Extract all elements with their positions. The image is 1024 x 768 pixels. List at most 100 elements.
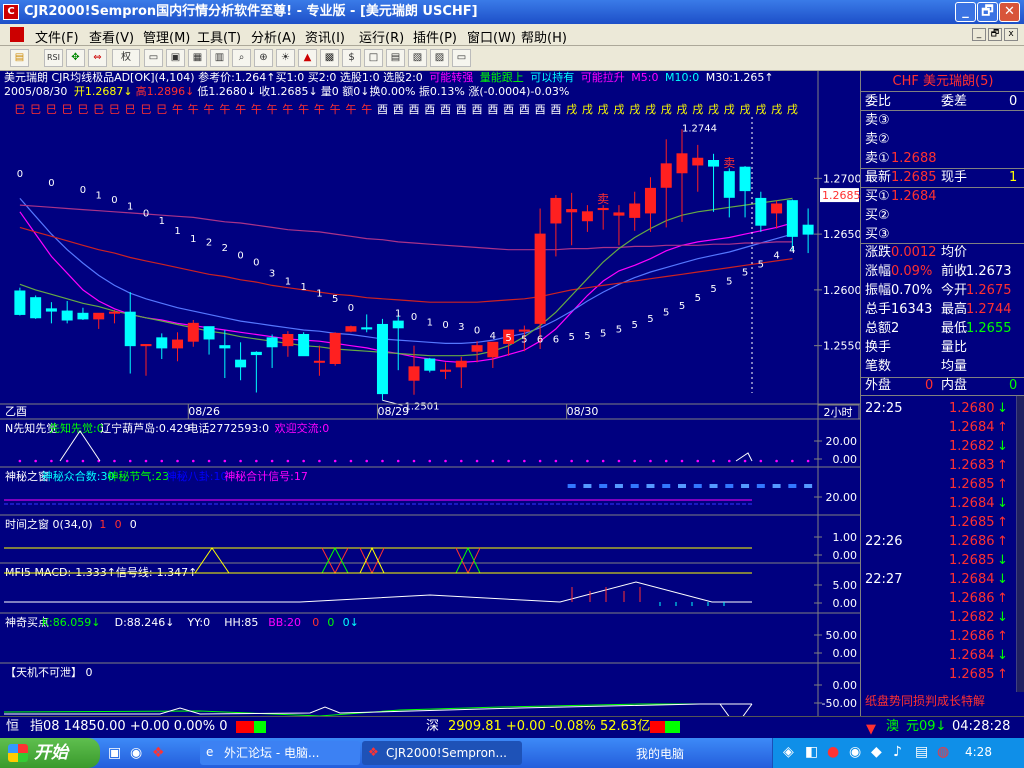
dollar-icon[interactable]: $ <box>342 49 361 67</box>
alarm-icon[interactable]: ▲ <box>298 49 317 67</box>
box2-icon[interactable]: ▤ <box>386 49 405 67</box>
tray-icon-1[interactable]: ◈ <box>783 744 794 760</box>
weicha-value: 0 <box>1009 94 1018 109</box>
ma-line-ma60 <box>19 204 793 251</box>
tray-icon-5[interactable]: ◆ <box>871 744 882 760</box>
tick-direction-icon: ↑ <box>997 515 1008 530</box>
top-branch-label: 戌 <box>755 103 766 116</box>
candle-body <box>518 329 530 332</box>
close-button[interactable]: ✕ <box>999 2 1020 22</box>
minimize-button[interactable]: _ <box>955 2 976 22</box>
pane-legend-item: D:88.246↓ <box>115 616 175 629</box>
ma-line-m5 <box>19 211 793 364</box>
zoom-icon[interactable]: ⊕ <box>254 49 273 67</box>
chart-icon[interactable]: ▥ <box>210 49 229 67</box>
menu-info[interactable]: 资讯(I) <box>305 27 345 46</box>
menu-run[interactable]: 运行(R) <box>359 27 404 46</box>
pane-legend-item: 电话2772593:0 <box>187 422 269 435</box>
screen-icon[interactable]: ▭ <box>144 49 163 67</box>
menu-help[interactable]: 帮助(H) <box>521 27 567 46</box>
stat-label-2: 最低 <box>941 321 968 336</box>
tick-price: 1.2684 <box>949 648 995 663</box>
quicklaunch-icon-3[interactable]: ❖ <box>152 745 165 761</box>
tray-icon-6[interactable]: ♪ <box>893 744 902 760</box>
menu-plugin[interactable]: 插件(P) <box>413 27 457 46</box>
box5-icon[interactable]: ▭ <box>452 49 471 67</box>
tick-time: 22:25 <box>865 401 903 416</box>
candle-body <box>802 224 814 235</box>
cjr-icon: ❖ <box>368 745 379 759</box>
sequence-digit: 5 <box>505 333 511 344</box>
rsi-icon[interactable]: RSI <box>44 49 63 67</box>
top-branch-label: 午 <box>267 103 278 116</box>
pane-legend-item: 神秘节气:23 <box>107 469 169 483</box>
menu-window[interactable]: 窗口(W) <box>467 27 516 46</box>
quote-panel: CHF 美元瑞朗(5) 委比 委差 0 卖③ 卖② 卖① 1.2688 最新 1… <box>860 71 1024 716</box>
grid-icon[interactable]: ▦ <box>188 49 207 67</box>
tick-price: 1.2684 <box>949 496 995 511</box>
menu-tools[interactable]: 工具(T) <box>197 27 241 46</box>
grid2-icon[interactable]: ▩ <box>320 49 339 67</box>
menu-file[interactable]: 文件(F) <box>35 27 79 46</box>
box3-icon[interactable]: ▧ <box>408 49 427 67</box>
divider <box>861 91 1024 92</box>
open-icon[interactable]: ▤ <box>10 49 29 67</box>
pane-legend-item: MFI5 MACD:-1.333↑信号线:-1.347↑ <box>5 565 197 579</box>
n-pane-dot <box>727 459 731 463</box>
lamp-icon[interactable]: ☀ <box>276 49 295 67</box>
arrows-icon[interactable]: ⇔ <box>88 49 107 67</box>
time-x-line <box>455 546 481 574</box>
chart-type-select[interactable]: 权 <box>112 49 140 67</box>
candle-body <box>424 358 436 371</box>
quicklaunch-icon-2[interactable]: ◉ <box>130 745 142 761</box>
sequence-digit: 5 <box>632 320 638 331</box>
candlestick-chart[interactable]: 1.27001.26501.26001.25501.2685巳巳巳巳巳巳巳巳巳巳… <box>0 71 860 716</box>
restore-button[interactable]: 🗗 <box>977 2 998 22</box>
top-branch-label: 午 <box>172 103 183 116</box>
tray-icon-2[interactable]: ◧ <box>805 744 818 760</box>
sequence-digit: 5 <box>742 267 748 278</box>
top-branch-label: 午 <box>314 103 325 116</box>
box1-icon[interactable]: □ <box>364 49 383 67</box>
stat-value-2: 1.2675 <box>966 283 1012 298</box>
n-pane-dot <box>649 459 652 463</box>
tick-direction-icon: ↓ <box>997 553 1008 568</box>
n-pane-dot <box>191 459 195 463</box>
n-pane-dot <box>286 459 290 463</box>
pan-icon[interactable]: ✥ <box>66 49 85 67</box>
n-pane-dot <box>428 459 432 463</box>
pane-legend-item: 神秘八卦:10 <box>166 469 228 483</box>
monitor-icon[interactable]: ▣ <box>166 49 185 67</box>
stat-label: 笔数 <box>865 359 892 374</box>
my-computer-label[interactable]: 我的电脑 <box>636 745 684 762</box>
buy1-value: 1.2684 <box>891 189 937 204</box>
sz-index: 2909.81 +0.00 -0.08% 52.63亿 <box>448 719 651 734</box>
sequence-digit: 0 <box>411 312 417 323</box>
tray-icon-7[interactable]: ▤ <box>915 744 928 760</box>
search-icon[interactable]: ⌕ <box>232 49 251 67</box>
tick-scrollbar[interactable] <box>1016 396 1024 692</box>
menu-view[interactable]: 查看(V) <box>89 27 134 46</box>
title-bar[interactable]: C CJR2000!Sempron国内行情分析软件至尊! - 专业版 - [美元… <box>0 0 1024 24</box>
mdi-close-button[interactable]: x <box>1004 28 1018 41</box>
menu-manage[interactable]: 管理(M) <box>143 27 190 46</box>
y-tick-label: 1.2600 <box>823 284 860 297</box>
tray-icon-8[interactable]: ◍ <box>937 744 949 760</box>
mdi-restore-button[interactable]: 🗗 <box>988 28 1002 41</box>
n-pane-dot <box>255 459 258 463</box>
mystic-block <box>741 484 750 488</box>
chart-area[interactable]: 美元瑞朗 CJR均线极品AD[OK](4,104) 参考价:1.264↑买1:0… <box>0 71 860 716</box>
top-branch-label: 午 <box>188 103 199 116</box>
mystic-block <box>599 484 608 488</box>
mdi-minimize-button[interactable]: _ <box>972 28 986 41</box>
task-cjr2000[interactable]: CJR2000!Sempron... <box>362 741 522 765</box>
candle-body <box>203 326 215 340</box>
box4-icon[interactable]: ▨ <box>430 49 449 67</box>
pane-legend-item: 辽宁葫芦岛:0.429 <box>100 421 190 435</box>
tray-icon-3[interactable]: ● <box>827 744 839 760</box>
task-forum[interactable]: 外汇论坛 - 电脑... <box>200 741 360 765</box>
tray-icon-4[interactable]: ◉ <box>849 744 861 760</box>
menu-analysis[interactable]: 分析(A) <box>251 27 296 46</box>
tick-direction-icon: ↓ <box>997 496 1008 511</box>
quicklaunch-icon-1[interactable]: ▣ <box>108 745 121 761</box>
